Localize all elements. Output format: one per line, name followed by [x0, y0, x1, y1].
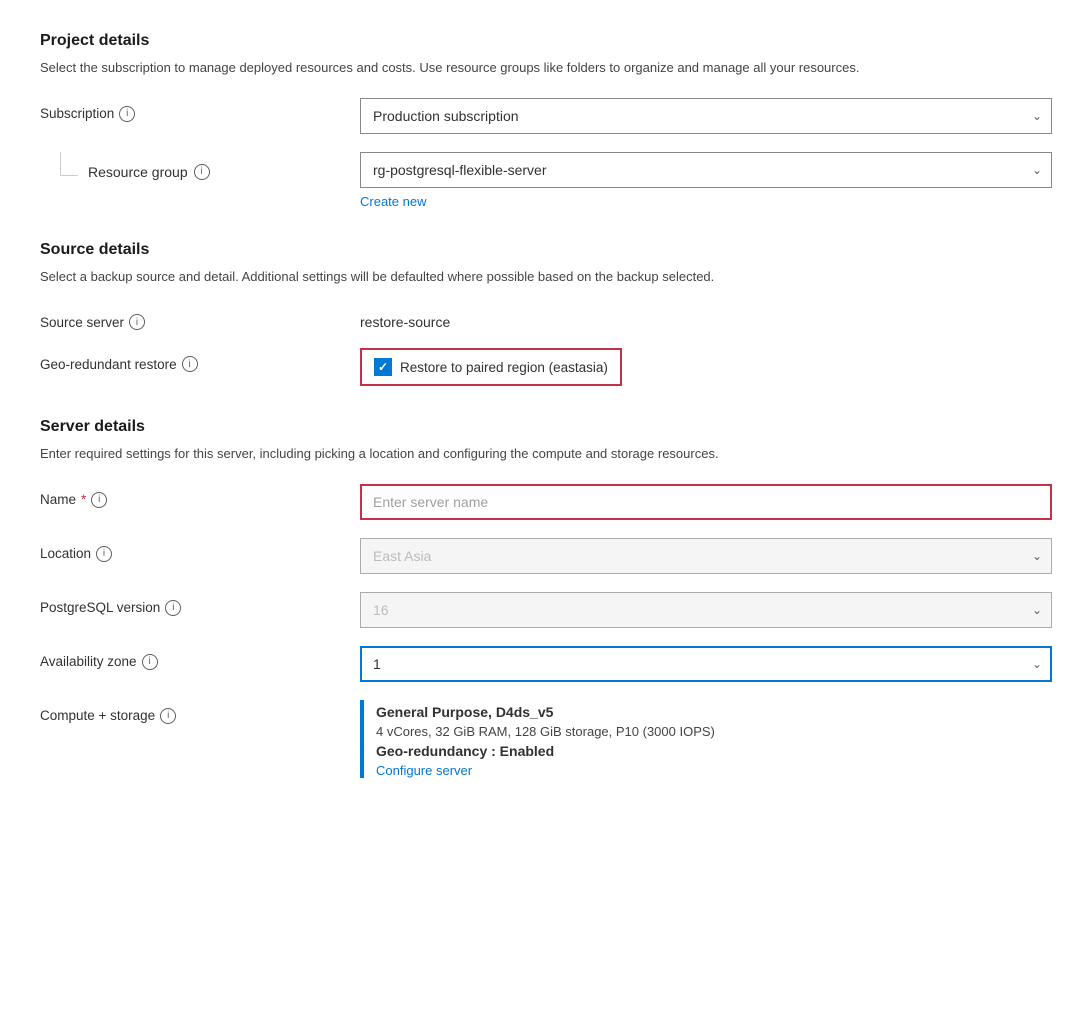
server-details-section: Server details Enter required settings f… — [40, 418, 1052, 778]
postgresql-version-dropdown[interactable]: 16 — [360, 592, 1052, 628]
server-name-label: Name * i — [40, 484, 360, 508]
subscription-label: Subscription i — [40, 98, 360, 122]
resource-group-dropdown-wrapper: rg-postgresql-flexible-server ⌄ — [360, 152, 1052, 188]
resource-group-control: rg-postgresql-flexible-server ⌄ Create n… — [360, 152, 1052, 209]
geo-redundant-restore-control: ✓ Restore to paired region (eastasia) — [360, 348, 1052, 386]
resource-group-dropdown[interactable]: rg-postgresql-flexible-server — [360, 152, 1052, 188]
location-label: Location i — [40, 538, 360, 562]
location-control: East Asia ⌄ — [360, 538, 1052, 574]
source-details-title: Source details — [40, 241, 1052, 259]
resource-group-row: Resource group i rg-postgresql-flexible-… — [40, 152, 1052, 209]
geo-redundant-restore-row: Geo-redundant restore i ✓ Restore to pai… — [40, 348, 1052, 386]
postgresql-version-control: 16 ⌄ — [360, 592, 1052, 628]
source-server-info-icon[interactable]: i — [129, 314, 145, 330]
location-row: Location i East Asia ⌄ — [40, 538, 1052, 574]
compute-storage-desc: 4 vCores, 32 GiB RAM, 128 GiB storage, P… — [376, 724, 715, 739]
source-server-text: restore-source — [360, 306, 1052, 330]
server-details-desc: Enter required settings for this server,… — [40, 444, 1052, 464]
location-info-icon[interactable]: i — [96, 546, 112, 562]
subscription-control: Production subscription ⌄ — [360, 98, 1052, 134]
project-details-title: Project details — [40, 32, 1052, 50]
geo-redundant-restore-checkbox[interactable]: ✓ — [374, 358, 392, 376]
required-asterisk: * — [81, 492, 86, 507]
availability-zone-label: Availability zone i — [40, 646, 360, 670]
compute-storage-title: General Purpose, D4ds_v5 — [376, 704, 715, 720]
source-server-value: restore-source — [360, 306, 1052, 330]
source-details-desc: Select a backup source and detail. Addit… — [40, 267, 1052, 287]
location-dropdown-wrapper: East Asia ⌄ — [360, 538, 1052, 574]
availability-zone-row: Availability zone i 1 2 3 ⌄ — [40, 646, 1052, 682]
location-dropdown[interactable]: East Asia — [360, 538, 1052, 574]
resource-group-info-icon[interactable]: i — [194, 164, 210, 180]
server-details-title: Server details — [40, 418, 1052, 436]
checkbox-checkmark-icon: ✓ — [378, 361, 388, 373]
subscription-info-icon[interactable]: i — [119, 106, 135, 122]
geo-redundant-restore-label: Geo-redundant restore i — [40, 348, 360, 372]
postgresql-version-row: PostgreSQL version i 16 ⌄ — [40, 592, 1052, 628]
geo-redundant-restore-checkbox-label: Restore to paired region (eastasia) — [400, 360, 608, 375]
compute-storage-info-icon[interactable]: i — [160, 708, 176, 724]
availability-zone-control: 1 2 3 ⌄ — [360, 646, 1052, 682]
geo-redundant-restore-checkbox-container[interactable]: ✓ Restore to paired region (eastasia) — [360, 348, 622, 386]
postgresql-version-label: PostgreSQL version i — [40, 592, 360, 616]
availability-zone-dropdown[interactable]: 1 2 3 — [360, 646, 1052, 682]
availability-zone-info-icon[interactable]: i — [142, 654, 158, 670]
postgresql-version-dropdown-wrapper: 16 ⌄ — [360, 592, 1052, 628]
compute-storage-control: General Purpose, D4ds_v5 4 vCores, 32 Gi… — [360, 700, 1052, 778]
configure-server-link[interactable]: Configure server — [376, 763, 472, 778]
project-details-section: Project details Select the subscription … — [40, 32, 1052, 209]
subscription-dropdown-wrapper: Production subscription ⌄ — [360, 98, 1052, 134]
server-name-row: Name * i — [40, 484, 1052, 520]
server-name-input[interactable] — [360, 484, 1052, 520]
geo-redundant-restore-info-icon[interactable]: i — [182, 356, 198, 372]
compute-storage-geo-redundancy: Geo-redundancy : Enabled — [376, 743, 715, 759]
subscription-dropdown[interactable]: Production subscription — [360, 98, 1052, 134]
compute-storage-value: General Purpose, D4ds_v5 4 vCores, 32 Gi… — [376, 700, 715, 778]
tree-line — [60, 152, 78, 176]
compute-storage-accent-bar — [360, 700, 364, 778]
source-details-section: Source details Select a backup source an… — [40, 241, 1052, 387]
compute-storage-label: Compute + storage i — [40, 700, 360, 724]
source-server-row: Source server i restore-source — [40, 306, 1052, 330]
compute-storage-row: Compute + storage i General Purpose, D4d… — [40, 700, 1052, 778]
source-server-label: Source server i — [40, 306, 360, 330]
resource-group-label-area: Resource group i — [40, 152, 360, 184]
availability-zone-dropdown-wrapper: 1 2 3 ⌄ — [360, 646, 1052, 682]
create-new-link[interactable]: Create new — [360, 194, 426, 209]
project-details-desc: Select the subscription to manage deploy… — [40, 58, 1052, 78]
subscription-row: Subscription i Production subscription ⌄ — [40, 98, 1052, 134]
server-name-control — [360, 484, 1052, 520]
server-name-info-icon[interactable]: i — [91, 492, 107, 508]
postgresql-version-info-icon[interactable]: i — [165, 600, 181, 616]
resource-group-label: Resource group i — [40, 160, 360, 184]
